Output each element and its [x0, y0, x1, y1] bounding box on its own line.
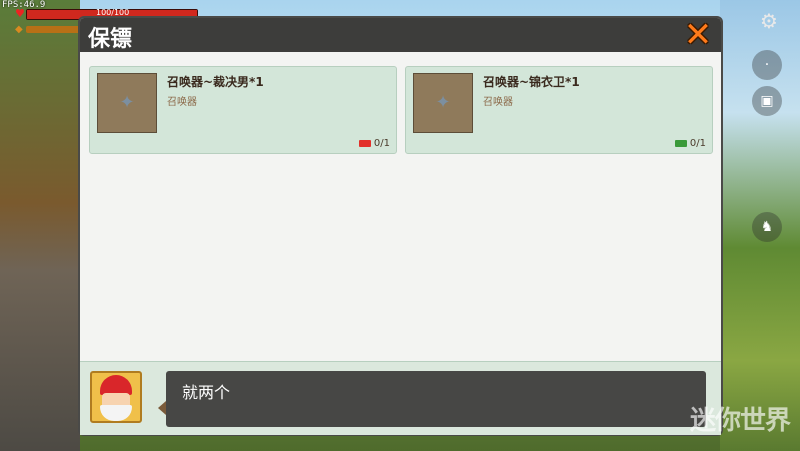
item-type: 召唤器 [483, 97, 513, 108]
item-count-text: 0/1 [689, 138, 706, 149]
item-type: 召唤器 [167, 97, 197, 108]
gear-icon[interactable]: ⚙ [758, 10, 780, 32]
npc-avatar [90, 371, 142, 423]
close-icon[interactable]: ✕ [679, 16, 717, 54]
summoner-icon: ✦ [119, 92, 135, 113]
game-scene-left [0, 0, 80, 451]
item-count: 0/1 [358, 138, 390, 149]
map-icon[interactable]: · [752, 50, 782, 80]
item-card[interactable]: ✦ 召唤器~裁决男*1 召唤器 0/1 [89, 66, 397, 154]
backpack-icon[interactable]: ▣ [752, 86, 782, 116]
item-name: 召唤器~锦衣卫*1 [483, 75, 580, 89]
item-count-text: 0/1 [373, 138, 390, 149]
panel-titlebar: 保镖 ✕ [80, 16, 721, 54]
heart-icon: ♥ [15, 7, 25, 20]
summoner-icon: ✦ [435, 92, 451, 113]
panel-title: 保镖 [88, 27, 133, 52]
dialog-text: 就两个 [182, 383, 231, 402]
item-card[interactable]: ✦ 召唤器~锦衣卫*1 召唤器 0/1 [405, 66, 713, 154]
avatar-hat [100, 375, 132, 395]
bodyguard-panel: 保镖 ✕ ✦ 召唤器~裁决男*1 召唤器 0/1 ✦ 召唤器~锦衣卫*1 召唤器… [78, 16, 723, 436]
mount-icon[interactable]: ♞ [752, 212, 782, 242]
ticket-icon [358, 139, 371, 147]
hunger-bar [26, 26, 86, 33]
item-name: 召唤器~裁决男*1 [167, 75, 264, 89]
avatar-beard [100, 405, 132, 421]
ticket-icon [674, 139, 687, 147]
item-count: 0/1 [674, 138, 706, 149]
item-thumbnail: ✦ [413, 73, 473, 133]
item-thumbnail: ✦ [97, 73, 157, 133]
npc-dialog: 就两个 [80, 361, 721, 435]
watermark-logo: 迷你世界 [689, 406, 791, 436]
hunger-icon: ◆ [15, 24, 23, 35]
speech-bubble[interactable]: 就两个 [158, 371, 706, 427]
